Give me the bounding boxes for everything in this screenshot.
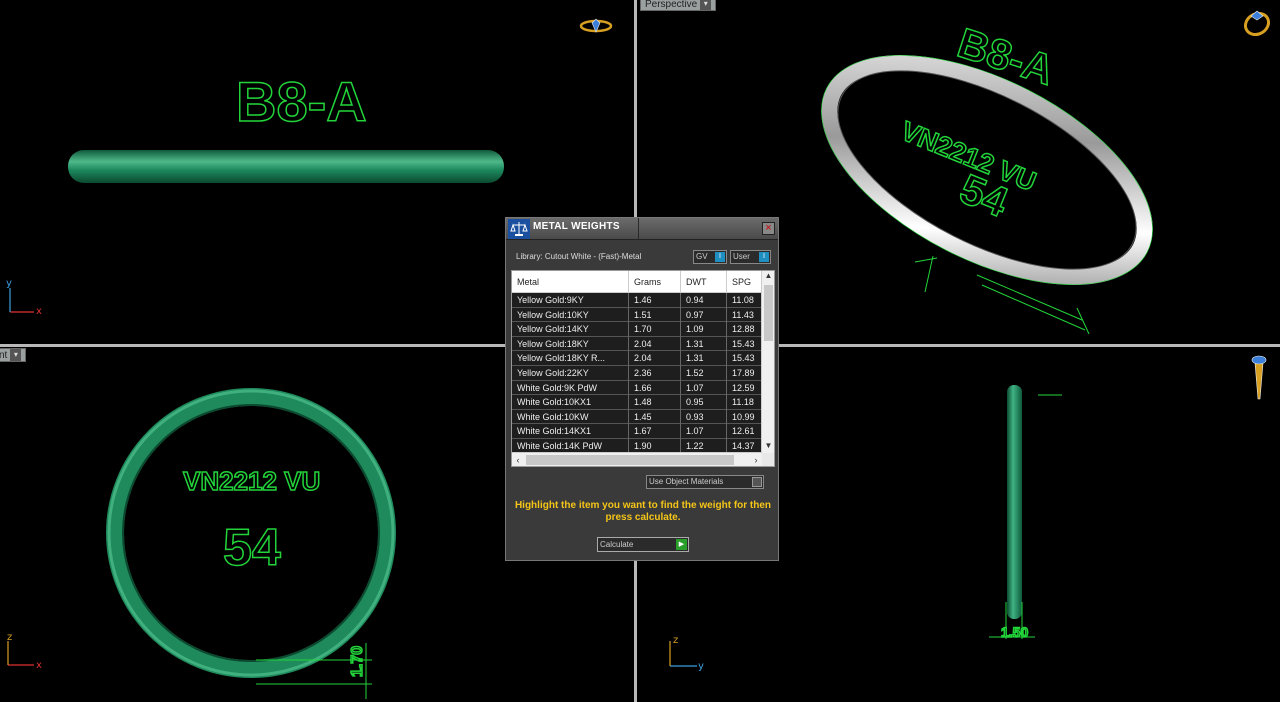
svg-text:x: x [36,306,42,317]
table-row[interactable]: Yellow Gold:14KY 1.70 1.09 12.88 [512,322,762,337]
column-header-dwt[interactable]: DWT [681,271,727,293]
cell-dwt: 0.95 [681,395,727,410]
ring-top-profile [68,150,504,183]
gv-toggle[interactable]: GV I [693,250,727,264]
cell-spg: 15.43 [727,336,762,352]
svg-text:1.70: 1.70 [349,646,366,677]
ring-icon [579,18,613,33]
svg-text:y: y [698,661,704,672]
library-label: Library: Cutout White - (Fast)-Metal [516,252,642,261]
scroll-thumb[interactable] [526,455,734,465]
cell-dwt: 1.31 [681,336,727,352]
table-row[interactable]: Yellow Gold:10KY 1.51 0.97 11.43 [512,307,762,323]
titlebar-separator [638,218,639,240]
ring-icon [1251,355,1267,400]
ring-icon [1243,10,1271,37]
table-row[interactable]: White Gold:10KX1 1.48 0.95 11.18 [512,395,762,410]
ring-side-profile [1007,385,1022,619]
cell-spg: 11.18 [727,395,762,410]
cell-spg: 12.88 [727,322,762,337]
cell-metal: White Gold:10KX1 [512,395,629,410]
cell-spg: 10.99 [727,409,762,425]
cell-spg: 17.89 [727,365,762,381]
toggle-knob-icon: I [759,252,769,262]
svg-text:y: y [6,278,12,289]
cell-grams: 1.67 [629,424,681,439]
toggle-knob-icon: I [715,252,725,262]
cell-spg: 11.43 [727,307,762,323]
scroll-left-icon[interactable]: ‹ [512,453,524,466]
use-object-materials-checkbox[interactable]: Use Object Materials [646,475,764,489]
engraving-b8a: B8-A [236,70,367,133]
play-icon: ▶ [676,539,687,550]
svg-text:z: z [673,635,678,646]
cell-metal: Yellow Gold:14KY [512,322,629,337]
table-row[interactable]: Yellow Gold:9KY 1.46 0.94 11.08 [512,293,762,308]
cell-spg: 11.08 [727,293,762,308]
cell-grams: 2.04 [629,336,681,352]
table-row[interactable]: Yellow Gold:22KY 2.36 1.52 17.89 [512,365,762,381]
cell-dwt: 0.97 [681,307,727,323]
scroll-right-icon[interactable]: › [750,453,762,466]
column-header-metal[interactable]: Metal [512,271,629,293]
cell-grams: 1.70 [629,322,681,337]
cell-grams: 2.36 [629,365,681,381]
calculate-button[interactable]: Calculate ▶ [597,537,689,552]
metal-weights-table[interactable]: Metal Grams DWT SPG Yellow Gold:9KY 1.46 0… [511,270,775,467]
dialog-title: METAL WEIGHTS [533,221,620,232]
cell-dwt: 1.07 [681,424,727,439]
user-toggle[interactable]: User I [730,250,771,264]
svg-text:VN2212 VU: VN2212 VU [183,466,320,496]
dialog-titlebar[interactable]: METAL WEIGHTS × [506,218,778,240]
cell-metal: White Gold:9K PdW [512,380,629,396]
svg-text:1.50: 1.50 [1001,624,1028,640]
cell-spg: 12.61 [727,424,762,439]
scroll-up-icon[interactable]: ▲ [762,271,774,283]
table-header: Metal Grams DWT SPG [512,271,762,293]
cell-grams: 1.45 [629,409,681,425]
cell-grams: 1.48 [629,395,681,410]
table-body: Yellow Gold:9KY 1.46 0.94 11.08 Yellow Gold:… [512,293,762,454]
table-row[interactable]: White Gold:14KX1 1.67 1.07 12.61 [512,424,762,439]
instruction-text: Highlight the item you want to find the … [514,500,772,523]
scroll-down-icon[interactable]: ▼ [762,441,774,453]
close-button[interactable]: × [762,222,775,235]
cell-dwt: 1.09 [681,322,727,337]
cell-metal: White Gold:14KX1 [512,424,629,439]
cell-dwt: 1.07 [681,380,727,396]
metal-weights-dialog: METAL WEIGHTS × Library: Cutout White - … [505,217,779,561]
cell-dwt: 1.52 [681,365,727,381]
table-row[interactable]: White Gold:9K PdW 1.66 1.07 12.59 [512,380,762,396]
cell-metal: Yellow Gold:18KY [512,336,629,352]
column-header-spg[interactable]: SPG [727,271,762,293]
vertical-scrollbar[interactable]: ▲ ▼ [761,271,774,453]
svg-text:x: x [36,660,42,671]
cell-dwt: 0.94 [681,293,727,308]
cell-metal: Yellow Gold:18KY R... [512,351,629,366]
table-row[interactable]: White Gold:10KW 1.45 0.93 10.99 [512,409,762,425]
cell-metal: White Gold:10KW [512,409,629,425]
cell-spg: 15.43 [727,351,762,366]
cell-grams: 2.04 [629,351,681,366]
cell-dwt: 0.93 [681,409,727,425]
column-header-grams[interactable]: Grams [629,271,681,293]
cell-spg: 12.59 [727,380,762,396]
scale-icon [508,219,530,239]
cell-grams: 1.46 [629,293,681,308]
scroll-thumb[interactable] [764,285,773,341]
cell-metal: Yellow Gold:9KY [512,293,629,308]
horizontal-scrollbar[interactable]: ‹ › [512,452,762,466]
table-row[interactable]: Yellow Gold:18KY R... 2.04 1.31 15.43 [512,351,762,366]
cell-grams: 1.51 [629,307,681,323]
checkbox-icon [752,477,762,487]
cell-dwt: 1.31 [681,351,727,366]
table-row[interactable]: Yellow Gold:18KY 2.04 1.31 15.43 [512,336,762,352]
cell-metal: Yellow Gold:22KY [512,365,629,381]
cell-grams: 1.66 [629,380,681,396]
svg-text:54: 54 [223,519,281,577]
svg-text:z: z [7,632,12,643]
cell-metal: Yellow Gold:10KY [512,307,629,323]
